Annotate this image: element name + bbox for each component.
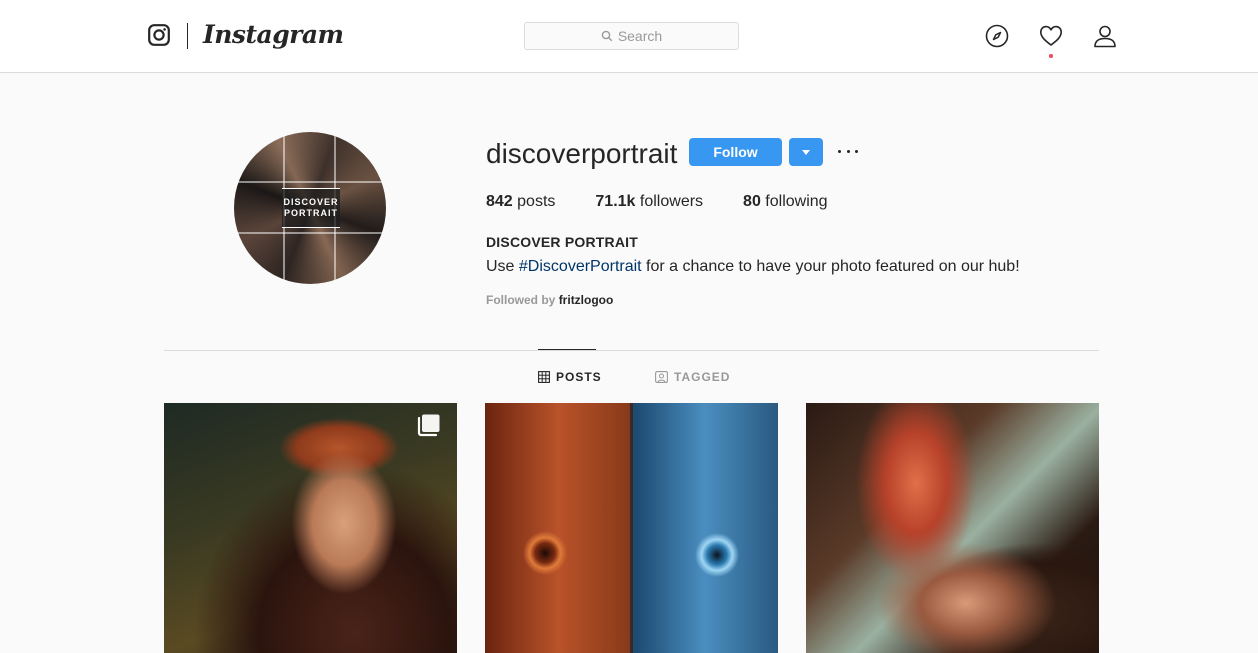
bio-hashtag-link[interactable]: #DiscoverPortrait xyxy=(519,258,642,275)
profile-full-name: DISCOVER PORTRAIT xyxy=(486,234,638,250)
follow-button[interactable]: Follow xyxy=(689,138,782,166)
profile-person-icon[interactable] xyxy=(1093,24,1117,48)
instagram-wordmark[interactable]: Instagram xyxy=(203,17,344,53)
profile-username: discoverportrait xyxy=(486,138,678,169)
instagram-glyph-icon[interactable] xyxy=(148,24,170,46)
tagged-person-icon xyxy=(655,371,668,383)
explore-compass-icon[interactable] xyxy=(985,24,1009,48)
active-tab-indicator xyxy=(538,349,596,350)
avatar-text-line1: DISCOVER xyxy=(283,197,339,207)
notification-dot xyxy=(1049,54,1053,58)
post-thumbnail[interactable] xyxy=(806,403,1099,653)
tabs-divider xyxy=(164,350,1099,351)
search-placeholder: Search xyxy=(617,28,663,44)
search-icon xyxy=(601,30,613,42)
followed-by: Followed by fritzlogoo xyxy=(486,293,614,307)
activity-heart-icon[interactable] xyxy=(1039,24,1063,48)
tab-tagged-label: TAGGED xyxy=(674,370,731,384)
tab-tagged[interactable]: TAGGED xyxy=(655,368,730,386)
carousel-multiple-icon xyxy=(417,414,440,437)
suggested-accounts-dropdown-button[interactable] xyxy=(789,138,823,166)
followed-by-user-link[interactable]: fritzlogoo xyxy=(559,293,614,307)
avatar-text-line2: PORTRAIT xyxy=(284,208,338,218)
profile-stats: 842 posts 71.1k followers 80 following xyxy=(486,191,868,213)
post-thumbnail[interactable] xyxy=(485,403,778,653)
tab-posts-label: POSTS xyxy=(556,370,602,384)
followers-link[interactable]: 71.1k followers xyxy=(595,191,703,213)
tab-posts[interactable]: POSTS xyxy=(538,368,602,386)
top-nav: Instagram Search xyxy=(0,0,1258,73)
image-split-line xyxy=(630,403,633,653)
nav-divider xyxy=(187,23,188,49)
search-input[interactable]: Search xyxy=(524,22,739,50)
profile-avatar[interactable]: DISCOVER PORTRAIT xyxy=(234,132,386,284)
more-options-button[interactable] xyxy=(838,144,858,158)
posts-count: 842 posts xyxy=(486,193,556,210)
grid-icon xyxy=(538,371,550,383)
caret-down-icon xyxy=(802,149,810,155)
avatar-title-box: DISCOVER PORTRAIT xyxy=(282,188,340,228)
post-thumbnail[interactable] xyxy=(164,403,457,653)
ellipsis-icon xyxy=(838,149,841,153)
following-link[interactable]: 80 following xyxy=(743,191,828,213)
profile-bio: Use #DiscoverPortrait for a chance to ha… xyxy=(486,258,1020,275)
